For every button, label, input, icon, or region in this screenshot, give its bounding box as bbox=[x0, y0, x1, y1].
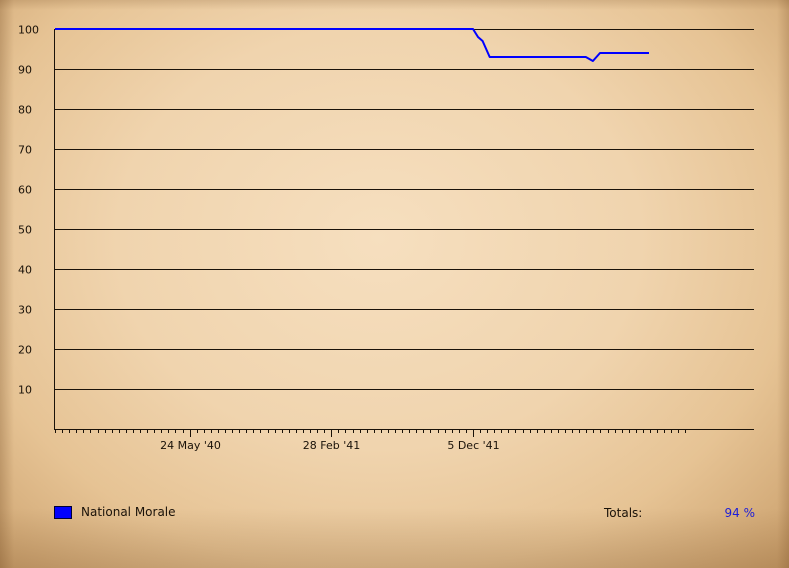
totals-value: 94 % bbox=[724, 506, 756, 520]
totals-label: Totals: bbox=[604, 506, 643, 520]
y-tick-label-90: 90 bbox=[18, 64, 32, 77]
x-tick-label-1: 28 Feb '41 bbox=[303, 439, 361, 452]
y-tick-label-50: 50 bbox=[18, 224, 32, 237]
series-layer bbox=[55, 28, 649, 62]
morale-line-chart: 10 20 30 40 50 60 70 80 90 100 24 May '40 28 Feb '4… bbox=[18, 24, 754, 452]
x-tick-label-2: 5 Dec '41 bbox=[447, 439, 499, 452]
y-tick-label-30: 30 bbox=[18, 304, 32, 317]
chart-legend: National Morale bbox=[54, 504, 176, 520]
y-tick-label-80: 80 bbox=[18, 104, 32, 117]
x-tick-label-0: 24 May '40 bbox=[160, 439, 221, 452]
morale-chart-page: { "chart_data": { "type": "line", "title… bbox=[0, 0, 789, 568]
axis-layer: 10 20 30 40 50 60 70 80 90 100 24 May '40 28 Feb '4… bbox=[18, 24, 754, 452]
y-tick-label-70: 70 bbox=[18, 144, 32, 157]
y-tick-label-40: 40 bbox=[18, 264, 32, 277]
legend-label: National Morale bbox=[81, 505, 176, 519]
legend-swatch bbox=[54, 505, 72, 519]
series-line-0 bbox=[55, 28, 649, 62]
y-tick-label-60: 60 bbox=[18, 184, 32, 197]
y-tick-label-100: 100 bbox=[18, 24, 39, 37]
grid-layer bbox=[54, 29, 754, 390]
y-tick-label-10: 10 bbox=[18, 384, 32, 397]
y-tick-label-20: 20 bbox=[18, 344, 32, 357]
